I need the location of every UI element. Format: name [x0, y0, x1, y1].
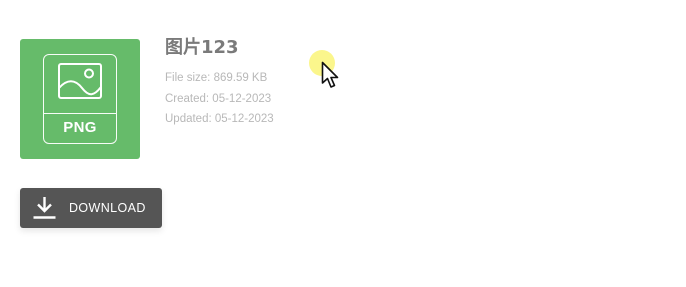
- file-size: File size: 869.59 KB: [165, 72, 268, 84]
- download-icon: [33, 197, 56, 219]
- file-thumbnail[interactable]: PNG: [20, 39, 140, 159]
- file-created-date: Created: 05-12-2023: [165, 92, 272, 105]
- file-updated-date: Updated: 05-12-2023: [165, 113, 274, 125]
- frame-divider: [44, 113, 116, 114]
- file-metadata: File size: 869.59 KB Created: 05-12-2023…: [165, 68, 274, 130]
- file-info: 图片123 File size: 869.59 KB Created: 05-1…: [165, 37, 274, 130]
- mouse-pointer-icon: [321, 61, 339, 88]
- download-button-label: DOWNLOAD: [69, 201, 146, 215]
- file-name: 图片123: [165, 37, 239, 58]
- file-type-label: PNG: [63, 119, 97, 136]
- file-type-icon: PNG: [43, 54, 117, 144]
- download-button[interactable]: DOWNLOAD: [20, 188, 162, 228]
- image-icon: [58, 63, 102, 99]
